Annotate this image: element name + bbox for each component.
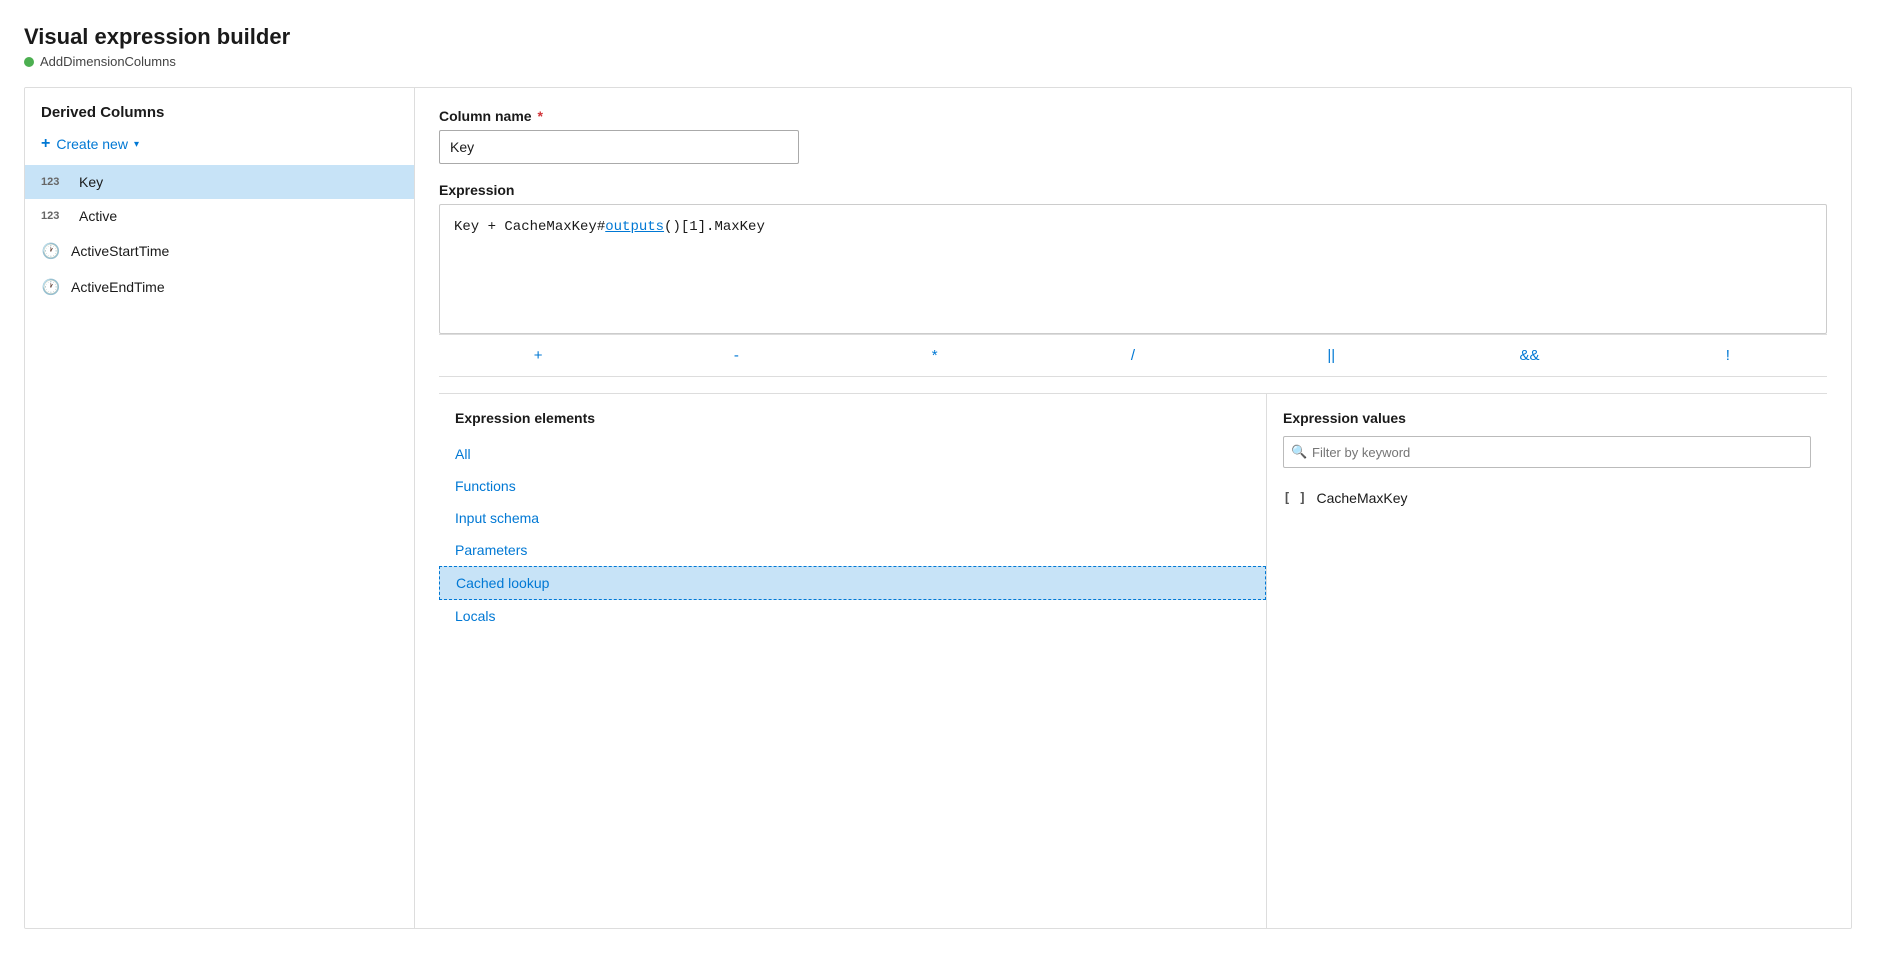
- column-name-activestarttime: ActiveStartTime: [71, 243, 169, 259]
- right-panel: Column name * Expression Key + CacheMaxK…: [415, 88, 1851, 928]
- operator-plus[interactable]: +: [439, 343, 637, 368]
- type-badge-key: 123: [41, 176, 69, 188]
- plus-icon: +: [41, 135, 50, 153]
- expression-elements-title: Expression elements: [439, 410, 1266, 438]
- operator-minus[interactable]: -: [637, 343, 835, 368]
- column-name-input[interactable]: [439, 130, 799, 164]
- bottom-section: Expression elements All Functions Input …: [439, 393, 1827, 928]
- column-name-active: Active: [79, 208, 117, 224]
- list-item[interactable]: 123 Key: [25, 165, 414, 199]
- expression-elements-panel: Expression elements All Functions Input …: [439, 394, 1267, 928]
- cache-max-key-label[interactable]: CacheMaxKey: [1316, 490, 1407, 506]
- element-parameters[interactable]: Parameters: [439, 534, 1266, 566]
- element-cached-lookup[interactable]: Cached lookup: [439, 566, 1266, 600]
- list-item[interactable]: 🕐 ActiveStartTime: [25, 233, 414, 269]
- operator-bar: + - * / || && !: [439, 334, 1827, 377]
- chevron-down-icon: ▾: [134, 139, 139, 150]
- operator-not[interactable]: !: [1629, 343, 1827, 368]
- cache-max-key-row: [ ] CacheMaxKey: [1267, 482, 1827, 514]
- search-icon: 🔍: [1291, 444, 1307, 460]
- array-icon: [ ]: [1283, 491, 1306, 506]
- clock-icon: 🕐: [41, 242, 61, 260]
- column-name-activeendtime: ActiveEndTime: [71, 279, 165, 295]
- expression-link[interactable]: outputs: [605, 219, 664, 235]
- expression-editor[interactable]: Key + CacheMaxKey#outputs()[1].MaxKey: [439, 204, 1827, 334]
- operator-multiply[interactable]: *: [836, 343, 1034, 368]
- green-dot-icon: [24, 57, 34, 67]
- operator-divide[interactable]: /: [1034, 343, 1232, 368]
- operator-or[interactable]: ||: [1232, 343, 1430, 368]
- subtitle: AddDimensionColumns: [40, 54, 176, 69]
- operator-and[interactable]: &&: [1430, 343, 1628, 368]
- column-list: 123 Key 123 Active 🕐 ActiveStartTime 🕐 A…: [25, 165, 414, 928]
- create-new-label: Create new: [56, 136, 128, 152]
- expression-text: Key + CacheMaxKey#outputs()[1].MaxKey: [454, 219, 765, 235]
- element-input-schema[interactable]: Input schema: [439, 502, 1266, 534]
- element-locals[interactable]: Locals: [439, 600, 1266, 632]
- clock-icon: 🕐: [41, 278, 61, 296]
- filter-input[interactable]: [1283, 436, 1811, 468]
- element-all[interactable]: All: [439, 438, 1266, 470]
- left-panel: Derived Columns + Create new ▾ 123 Key 1…: [25, 88, 415, 928]
- derived-columns-title: Derived Columns: [25, 104, 414, 129]
- list-item[interactable]: 🕐 ActiveEndTime: [25, 269, 414, 305]
- filter-input-wrapper: 🔍: [1283, 436, 1811, 468]
- list-item[interactable]: 123 Active: [25, 199, 414, 233]
- required-star: *: [534, 108, 543, 124]
- expression-label: Expression: [439, 182, 1827, 198]
- type-badge-active: 123: [41, 210, 69, 222]
- page-title: Visual expression builder: [24, 24, 1852, 50]
- create-new-button[interactable]: + Create new ▾: [25, 129, 414, 165]
- column-name-label: Column name *: [439, 108, 1827, 124]
- element-functions[interactable]: Functions: [439, 470, 1266, 502]
- expression-values-panel: Expression values 🔍 [ ] CacheMaxKey: [1267, 394, 1827, 928]
- column-name-key: Key: [79, 174, 103, 190]
- expression-values-title: Expression values: [1267, 410, 1827, 436]
